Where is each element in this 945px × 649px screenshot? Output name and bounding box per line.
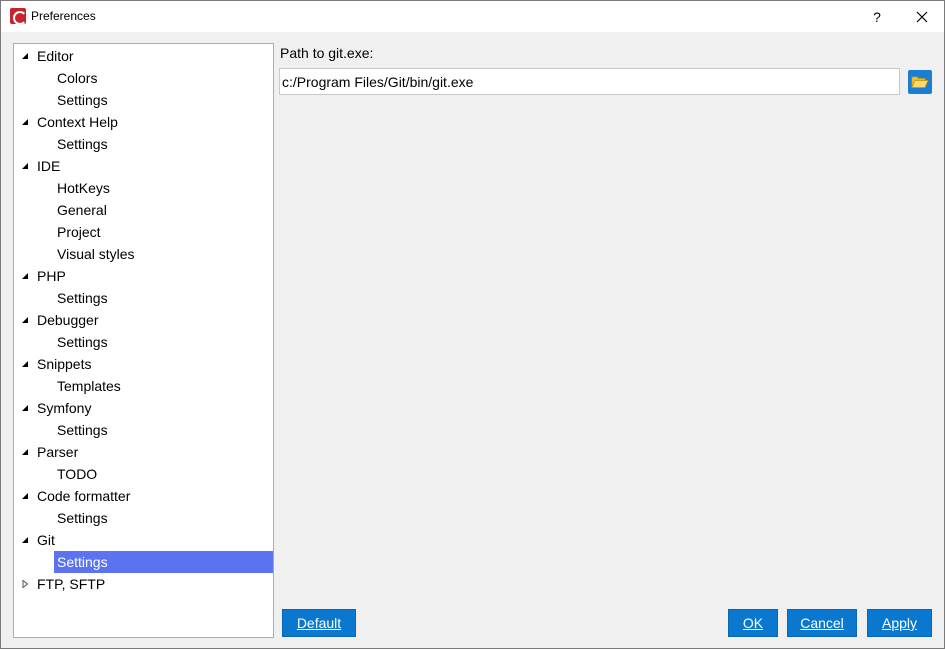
expanded-triangle-icon[interactable] xyxy=(19,397,31,419)
expanded-triangle-icon[interactable] xyxy=(19,485,31,507)
tree-category[interactable]: Editor xyxy=(14,45,273,67)
tree-category[interactable]: Context Help xyxy=(14,111,273,133)
tree-category[interactable]: Git xyxy=(14,529,273,551)
tree-item-label: General xyxy=(57,202,107,218)
expanded-triangle-icon[interactable] xyxy=(19,529,31,551)
expanded-triangle-icon[interactable] xyxy=(19,265,31,287)
tree-item-label: Parser xyxy=(37,444,79,460)
tree-item-label: Settings xyxy=(57,290,108,306)
tree-item-label: Settings xyxy=(57,136,108,152)
tree-item-label: Settings xyxy=(57,422,108,438)
tree-item-label: Templates xyxy=(57,378,121,394)
tree-category[interactable]: Debugger xyxy=(14,309,273,331)
tree-item-label: Project xyxy=(57,224,101,240)
tree-item[interactable]: Templates xyxy=(14,375,273,397)
tree-category[interactable]: Symfony xyxy=(14,397,273,419)
preferences-dialog: Preferences ? Editor Colors Settings Contex… xyxy=(0,0,945,649)
expanded-triangle-icon[interactable] xyxy=(19,309,31,331)
tree-item-label: Settings xyxy=(57,510,108,526)
tree-item-label: Git xyxy=(37,532,55,548)
tree-item[interactable]: HotKeys xyxy=(14,177,273,199)
git-path-label: Path to git.exe: xyxy=(280,45,374,61)
git-path-input[interactable] xyxy=(279,68,900,95)
tree-item-label: Colors xyxy=(57,70,98,86)
tree-category[interactable]: PHP xyxy=(14,265,273,287)
expanded-triangle-icon[interactable] xyxy=(19,111,31,133)
tree-item-label: TODO xyxy=(57,466,98,482)
tree-item[interactable]: Colors xyxy=(14,67,273,89)
tree-item[interactable]: TODO xyxy=(14,463,273,485)
tree-item-label: Visual styles xyxy=(57,246,135,262)
help-button[interactable]: ? xyxy=(857,1,897,32)
tree-item-label: Snippets xyxy=(37,356,92,372)
tree-item-label: Context Help xyxy=(37,114,118,130)
tree-item-label: Symfony xyxy=(37,400,92,416)
tree-item[interactable]: Settings xyxy=(14,331,273,353)
expanded-triangle-icon[interactable] xyxy=(19,353,31,375)
tree-item[interactable]: Project xyxy=(14,221,273,243)
cancel-button[interactable]: Cancel xyxy=(787,609,857,637)
tree-item[interactable]: Settings xyxy=(14,287,273,309)
expanded-triangle-icon[interactable] xyxy=(19,155,31,177)
expanded-triangle-icon[interactable] xyxy=(19,441,31,463)
tree-item-label: Editor xyxy=(37,48,74,64)
tree-category[interactable]: Parser xyxy=(14,441,273,463)
tree-category[interactable]: FTP, SFTP xyxy=(14,573,273,595)
expanded-triangle-icon[interactable] xyxy=(19,45,31,67)
tree-item[interactable]: Settings xyxy=(14,133,273,155)
tree-item[interactable]: General xyxy=(14,199,273,221)
title-bar: Preferences ? xyxy=(1,1,944,32)
close-button[interactable] xyxy=(899,1,944,32)
apply-button[interactable]: Apply xyxy=(867,609,932,637)
tree-item[interactable]: Settings xyxy=(14,89,273,111)
tree-item-label: Code formatter xyxy=(37,488,131,504)
tree-item-label: FTP, SFTP xyxy=(37,576,106,592)
tree-item[interactable]: Settings xyxy=(14,507,273,529)
tree-item-label: HotKeys xyxy=(57,180,110,196)
default-button[interactable]: Default xyxy=(282,609,356,637)
close-icon xyxy=(916,11,927,22)
tree-item-label: Debugger xyxy=(37,312,99,328)
browse-button[interactable] xyxy=(908,70,932,94)
app-logo-icon xyxy=(10,8,27,25)
tree-category[interactable]: Code formatter xyxy=(14,485,273,507)
collapsed-triangle-icon[interactable] xyxy=(19,573,31,595)
tree-item-label: Settings xyxy=(57,92,108,108)
folder-open-icon xyxy=(911,76,929,88)
tree-item[interactable]: Settings xyxy=(14,419,273,441)
preferences-tree[interactable]: Editor Colors Settings Context Help Settings… xyxy=(13,43,274,638)
tree-item-label: Settings xyxy=(57,554,108,570)
tree-item-label: Settings xyxy=(57,334,108,350)
ok-button[interactable]: OK xyxy=(728,609,778,637)
tree-item[interactable]: Visual styles xyxy=(14,243,273,265)
window-title: Preferences xyxy=(31,9,96,23)
tree-item[interactable]: Settings xyxy=(54,551,273,573)
tree-item-label: PHP xyxy=(37,268,66,284)
tree-item-label: IDE xyxy=(37,158,61,174)
tree-category[interactable]: Snippets xyxy=(14,353,273,375)
tree-category[interactable]: IDE xyxy=(14,155,273,177)
